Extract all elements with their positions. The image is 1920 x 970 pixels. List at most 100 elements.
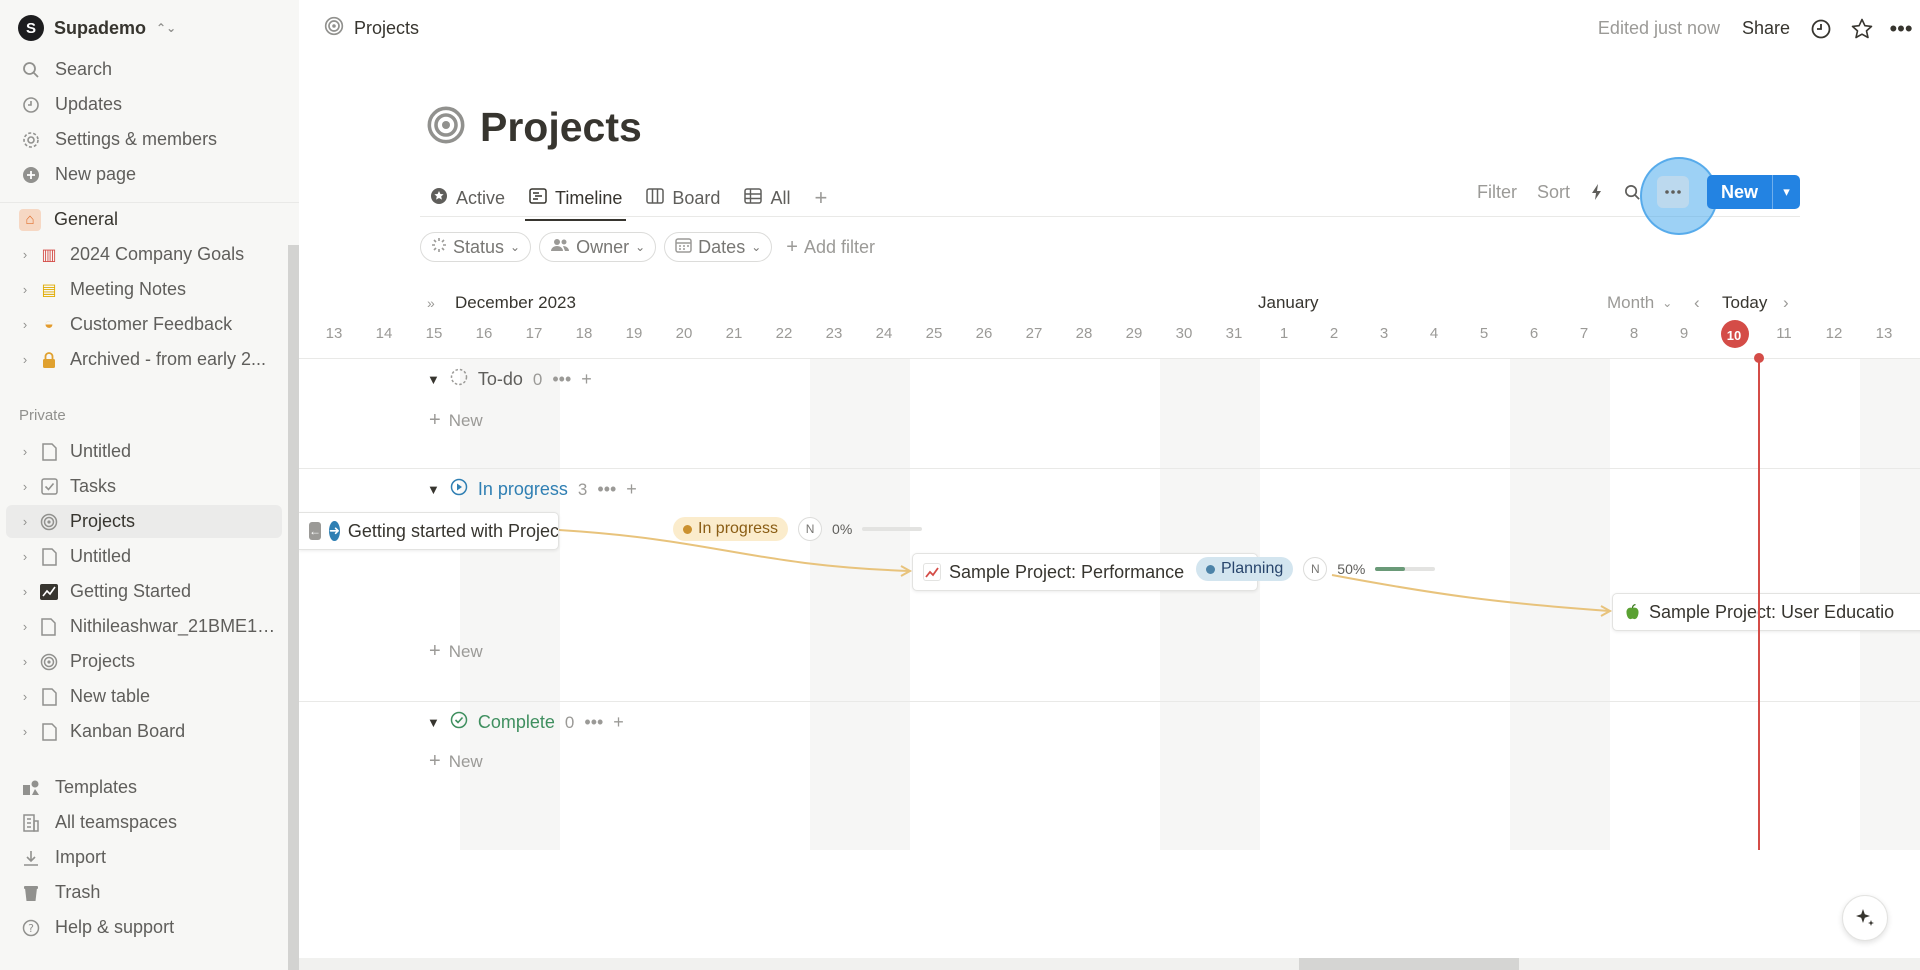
arrow-circle-icon: ➜ (329, 521, 340, 541)
new-label: New (448, 641, 483, 661)
sidebar-item-import[interactable]: Import (6, 841, 282, 874)
sidebar-item-label: Templates (55, 777, 138, 797)
arrow-left-icon[interactable]: ← (309, 522, 321, 540)
sidebar-item-label: 2024 Company Goals (70, 244, 245, 264)
page-header: Projects (426, 104, 642, 151)
add-filter-label: Add filter (803, 236, 875, 257)
breadcrumb[interactable]: Projects (324, 16, 419, 41)
tab-label: Board (672, 187, 721, 208)
chevron-right-icon[interactable]: › (18, 317, 32, 332)
add-filter-button[interactable]: + Add filter (780, 236, 881, 259)
new-label: New (448, 751, 483, 771)
timeline-card[interactable]: ← ➜ Getting started with Projects & Task… (299, 512, 559, 550)
add-view-button[interactable]: + (804, 179, 837, 217)
chevron-right-icon[interactable]: › (18, 689, 32, 704)
tab-active[interactable]: Active (420, 179, 515, 217)
sidebar-item-new-page[interactable]: New page (6, 158, 282, 191)
ai-sparkle-icon[interactable] (1842, 895, 1888, 941)
horizontal-scrollbar[interactable] (299, 958, 1920, 970)
chevron-right-icon[interactable]: › (18, 444, 32, 459)
tab-board[interactable]: Board (636, 179, 730, 217)
filter-button[interactable]: Filter (1467, 182, 1527, 203)
sidebar-scrollbar[interactable] (288, 245, 299, 970)
share-button[interactable]: Share (1742, 18, 1790, 39)
sidebar-item-search[interactable]: Search (6, 53, 282, 86)
chevron-right-icon[interactable]: › (18, 654, 32, 669)
chevron-right-icon[interactable]: › (18, 352, 32, 367)
status-badge[interactable]: In progress (673, 517, 789, 541)
chevron-down-icon[interactable]: ▾ (1772, 175, 1800, 209)
group-header-complete[interactable]: ▼ Complete 0 ••• + (427, 711, 624, 734)
scrollbar-thumb[interactable] (1299, 958, 1519, 970)
search-icon[interactable] (1614, 184, 1651, 201)
chevron-right-icon[interactable]: › (18, 619, 32, 634)
sidebar-item-getting-started[interactable]: › Getting Started (6, 575, 282, 608)
filter-chip-owner[interactable]: Owner ⌄ (539, 232, 657, 262)
chevron-right-icon[interactable]: › (18, 724, 32, 739)
filter-chip-status[interactable]: Status ⌄ (420, 232, 532, 262)
sidebar-item-help[interactable]: ? Help & support (6, 911, 282, 944)
chevron-right-icon[interactable]: › (18, 282, 32, 297)
avatar[interactable]: N (798, 517, 823, 541)
timeline-card[interactable]: Sample Project: User Educatio (1612, 593, 1920, 631)
sort-button[interactable]: Sort (1527, 182, 1580, 203)
templates-icon (20, 777, 42, 799)
sidebar-item-templates[interactable]: Templates (6, 771, 282, 804)
plus-icon: + (786, 235, 798, 258)
view-more-button[interactable] (1656, 176, 1689, 208)
chevron-right-icon[interactable]: › (18, 247, 32, 262)
sidebar-item-projects[interactable]: › Projects (6, 505, 282, 538)
sidebar-item-settings[interactable]: Settings & members (6, 123, 282, 156)
sidebar-item-meeting-notes[interactable]: › ▤ Meeting Notes (6, 273, 282, 306)
automation-icon[interactable] (1580, 183, 1614, 201)
sidebar-item-untitled-2[interactable]: › Untitled (6, 540, 282, 573)
more-icon[interactable]: ••• (584, 712, 603, 733)
add-icon[interactable]: + (613, 712, 624, 733)
target-icon[interactable] (426, 105, 466, 150)
sidebar-item-projects-2[interactable]: › Projects (6, 645, 282, 678)
tabs-divider (420, 216, 1800, 217)
sidebar-item-kanban-board[interactable]: › Kanban Board (6, 715, 282, 748)
sidebar-item-tasks[interactable]: › Tasks (6, 470, 282, 503)
group-new-in-progress[interactable]: + New (429, 640, 483, 663)
sidebar-item-untitled[interactable]: › Untitled (6, 435, 282, 468)
filter-chip-dates[interactable]: Dates ⌄ (664, 232, 773, 262)
group-divider (299, 701, 1920, 702)
trash-icon (20, 882, 42, 904)
sidebar-item-nithileashwar[interactable]: › Nithileashwar_21BME10... (6, 610, 282, 643)
sidebar-item-archived[interactable]: › Archived - from early 2... (6, 343, 282, 376)
status-badge[interactable]: Planning (1196, 557, 1294, 581)
sidebar-item-all-teamspaces[interactable]: All teamspaces (6, 806, 282, 839)
triangle-down-icon[interactable]: ▼ (427, 715, 440, 730)
sidebar-item-updates[interactable]: Updates (6, 88, 282, 121)
chevron-right-icon[interactable]: › (18, 549, 32, 564)
chevron-right-icon[interactable]: › (18, 584, 32, 599)
page-icon (38, 721, 60, 743)
sidebar-item-customer-feedback[interactable]: › ◒ Customer Feedback (6, 308, 282, 341)
sidebar-item-trash[interactable]: Trash (6, 876, 282, 909)
bowl-icon: ◒ (44, 315, 54, 333)
workspace-switcher[interactable]: S Supademo ⌃⌄ (18, 14, 176, 42)
sidebar-item-label: Meeting Notes (70, 279, 187, 299)
sidebar-item-general[interactable]: ⌂ General (6, 203, 282, 236)
sidebar-item-new-table[interactable]: › New table (6, 680, 282, 713)
star-icon[interactable] (1849, 16, 1875, 42)
group-new-complete[interactable]: + New (429, 750, 483, 773)
sidebar-item-label: Settings & members (55, 129, 218, 149)
breadcrumb-label: Projects (354, 18, 420, 38)
book-icon: ▥ (41, 246, 57, 264)
people-icon (550, 237, 570, 258)
more-options-icon[interactable]: ••• (1888, 16, 1914, 42)
tab-all[interactable]: All (734, 179, 800, 217)
sidebar-item-company-goals[interactable]: › ▥ 2024 Company Goals (6, 238, 282, 271)
sidebar-item-label: All teamspaces (55, 812, 178, 832)
avatar[interactable]: N (1303, 557, 1328, 581)
chevron-down-icon: ⌄ (510, 240, 521, 254)
tab-timeline[interactable]: Timeline (519, 179, 632, 221)
table-icon (744, 187, 763, 209)
chevron-right-icon[interactable]: › (18, 514, 32, 529)
new-button[interactable]: New (1707, 175, 1772, 209)
chevron-right-icon[interactable]: › (18, 479, 32, 494)
page-title[interactable]: Projects (480, 104, 642, 151)
history-icon[interactable] (1808, 16, 1834, 42)
